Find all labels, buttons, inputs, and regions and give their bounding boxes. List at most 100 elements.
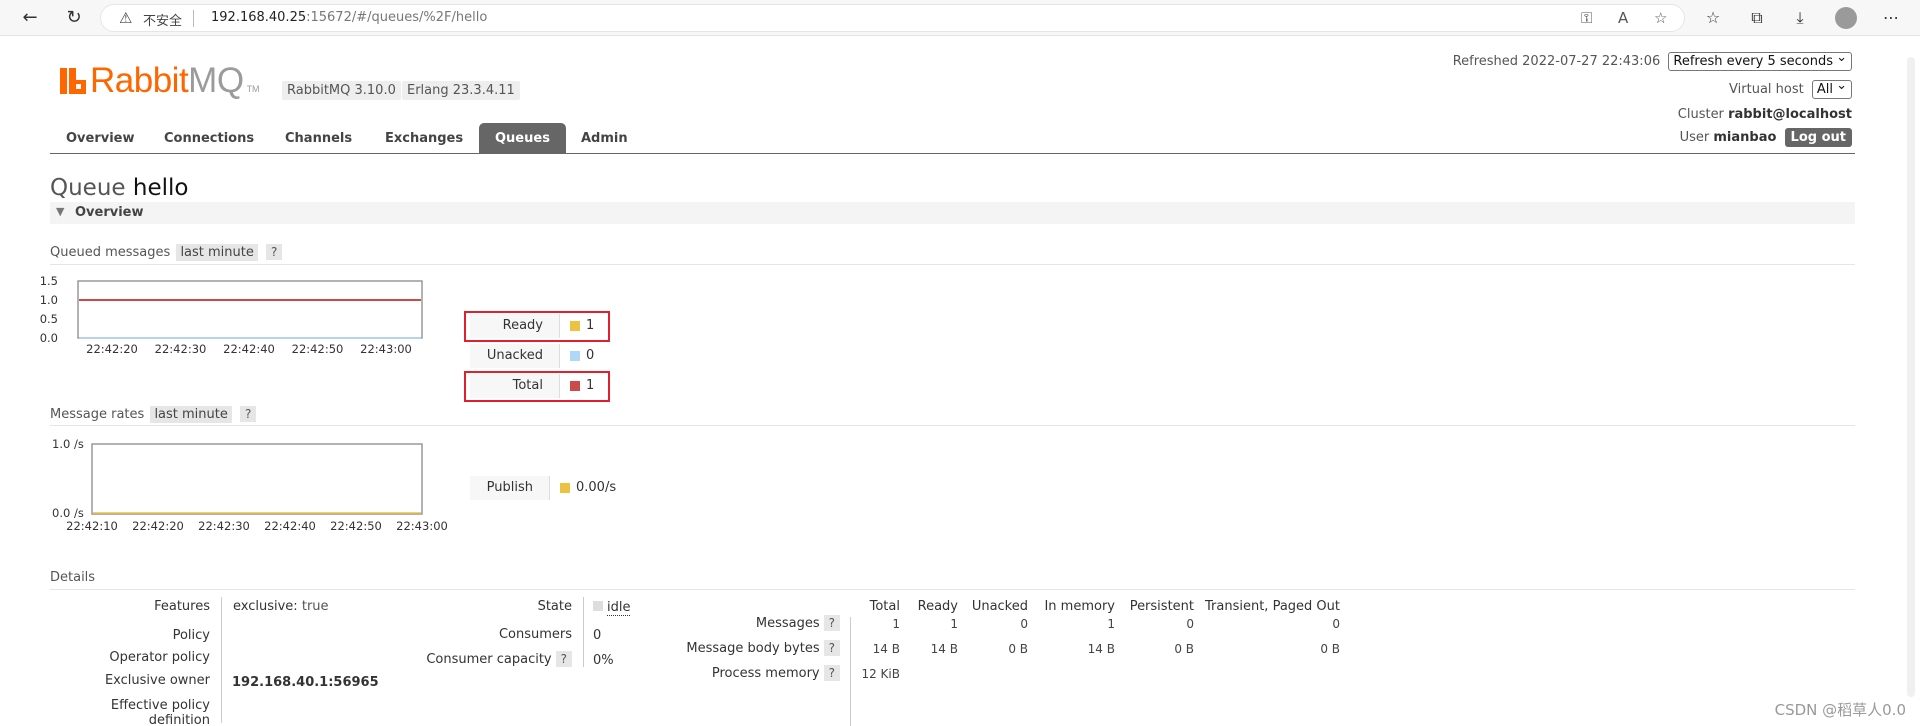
y-tick-label: 1.5 [40,274,58,288]
rates-help-button[interactable]: ? [240,406,257,422]
features-label: Features [154,599,210,614]
watermark: CSDN @稻草人0.0 [1774,701,1906,719]
reload-icon[interactable]: ↻ [62,6,86,30]
policy-label: Policy [172,628,210,643]
tab-queues[interactable]: Queues [479,123,566,154]
legend-row-unacked: Unacked 0 [470,344,610,368]
state-label: State [537,599,572,614]
scrollbar-thumb[interactable] [1907,57,1915,697]
stats-divider [850,617,851,726]
stats-header: Transient, Paged Out [1205,599,1340,614]
queued-help-button[interactable]: ? [266,244,283,260]
legend-value: 0 [586,348,595,363]
legend-row-publish: Publish 0.00/s [470,476,616,500]
vhost-label: Virtual host [1729,82,1804,97]
vhost-select[interactable]: All [1811,78,1852,99]
vhost-row: Virtual host All [1729,78,1852,99]
message-rates-chart: 1.0 /s 0.0 /s 22:42:10 22:42:20 22:42:30 22:… [52,437,448,533]
details-divider [583,597,584,667]
features-value: exclusive: true [233,599,329,614]
consumer-capacity-value: 0% [593,653,614,668]
read-aloud-icon[interactable]: A [1618,9,1628,27]
address-separator [193,10,194,27]
stats-header: Persistent [1129,599,1194,614]
rabbit-logo-icon [60,68,86,94]
x-tick-label: 22:42:10 [66,519,118,533]
rabbitmq-version: RabbitMQ 3.10.0 [282,81,401,100]
legend-value: 0.00/s [576,480,617,495]
tab-connections[interactable]: Connections [148,123,270,154]
message-rates-title: Message rates [50,407,145,422]
x-tick-label: 22:43:00 [396,519,448,533]
main-tabs: Overview Connections Channels Exchanges … [50,123,1855,154]
divider [50,589,1855,590]
rabbitmq-logo[interactable]: RabbitMQ TM [60,61,260,101]
exclusive-owner-value[interactable]: 192.168.40.1:56965 [232,675,379,690]
queued-range-tag[interactable]: last minute [176,244,258,261]
state-value: idle [593,600,631,616]
consumer-capacity-label: Consumer capacity [426,652,552,667]
url-host: 192.168.40.25 [211,10,307,25]
back-icon[interactable]: ← [18,6,42,30]
highlight-box [464,311,610,342]
queue-name: hello [132,175,189,201]
x-tick-label: 22:42:50 [292,342,344,356]
state-text: idle [607,600,631,616]
divider [50,425,1855,426]
address-bar[interactable]: ⚠ 不安全 192.168.40.25:15672/#/queues/%2F/h… [100,4,1685,32]
consumer-capacity-help-button[interactable]: ? [555,651,572,667]
favorite-add-icon[interactable]: ☆ [1654,9,1667,27]
key-icon[interactable]: ⚿ [1581,9,1592,27]
y-tick-label: 0.5 [40,312,58,326]
details-divider [221,597,222,723]
browser-toolbar: ← ↻ ⚠ 不安全 192.168.40.25:15672/#/queues/%… [0,0,1920,36]
consumers-label: Consumers [498,627,572,642]
profile-avatar[interactable] [1835,7,1857,29]
cluster-row: Cluster rabbit@localhost [1678,107,1852,122]
message-rates-heading: Message rates last minute ? [50,406,257,423]
x-tick-label: 22:42:20 [86,342,138,356]
divider [50,264,1855,265]
rabbitmq-page: RabbitMQ TM RabbitMQ 3.10.0 Erlang 23.3.4… [0,37,1920,726]
x-tick-label: 22:42:50 [330,519,382,533]
overview-section-header[interactable]: ▼ Overview [50,202,1855,224]
title-prefix: Queue [50,175,126,201]
refresh-status: Refreshed 2022-07-27 22:43:06 Refresh ev… [1452,50,1852,71]
legend-label: Publish [470,476,550,500]
refresh-select[interactable]: Refresh every 5 seconds [1668,50,1852,71]
url-text[interactable]: 192.168.40.25:15672/#/queues/%2F/hello [211,10,487,25]
erlang-version: Erlang 23.3.4.11 [402,81,520,100]
favorites-icon[interactable]: ☆ [1702,7,1724,29]
collapse-triangle-icon: ▼ [56,205,65,218]
x-tick-label: 22:42:30 [155,342,207,356]
state-indicator [593,601,603,611]
features-key: exclusive: [233,599,298,614]
tab-exchanges[interactable]: Exchanges [369,123,479,154]
refreshed-label: Refreshed 2022-07-27 22:43:06 [1452,54,1661,69]
messages-value: 0 [1186,617,1194,631]
effective-policy-label: Effective policy definition [110,698,210,726]
features-val: true [301,599,329,614]
tab-overview[interactable]: Overview [50,123,151,154]
tab-admin[interactable]: Admin [565,123,644,154]
url-path: :15672/#/queues/%2F/hello [306,10,488,25]
more-icon[interactable]: ⋯ [1880,7,1902,29]
y-tick-label: 1.0 [40,293,58,307]
warning-icon: ⚠ [119,9,133,27]
collections-icon[interactable]: ⧉ [1746,7,1768,29]
legend-swatch [560,483,570,493]
y-tick-label: 0.0 [40,331,58,345]
highlight-box [464,371,610,402]
page-scrollbar[interactable] [1903,37,1920,726]
download-icon[interactable]: ⤓ [1789,7,1811,29]
queued-messages-chart: 1.5 1.0 0.5 0.0 22:42:20 22:42:30 22:42:40 22:… [40,274,423,356]
messages-value: 0 [1332,617,1340,631]
tab-channels[interactable]: Channels [269,123,368,154]
x-tick-label: 22:42:40 [223,342,275,356]
logo-tm: TM [246,84,260,94]
rates-range-tag[interactable]: last minute [150,406,232,423]
queued-messages-title: Queued messages [50,245,171,260]
logo-mq: MQ [188,61,244,100]
exclusive-owner-label: Exclusive owner [104,673,210,688]
queued-messages-heading: Queued messages last minute ? [50,244,283,261]
